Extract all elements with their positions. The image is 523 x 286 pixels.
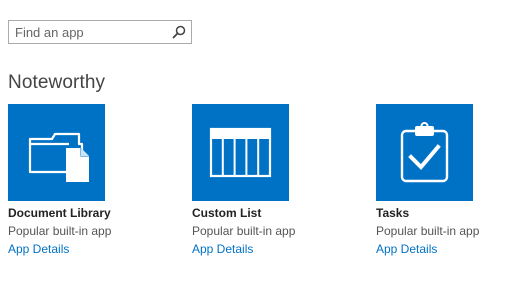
app-tile-image[interactable] <box>8 104 105 201</box>
app-name[interactable]: Document Library <box>8 206 158 220</box>
custom-list-icon <box>209 127 272 178</box>
app-name[interactable]: Tasks <box>376 206 523 220</box>
app-tile-document-library: Document Library Popular built-in app Ap… <box>8 104 158 256</box>
tasks-clipboard-icon <box>400 122 449 183</box>
app-description: Popular built-in app <box>8 224 112 238</box>
app-tile-image[interactable] <box>192 104 289 201</box>
search-icon[interactable] <box>172 25 186 39</box>
app-name[interactable]: Custom List <box>192 206 342 220</box>
app-details-link[interactable]: App Details <box>192 242 342 256</box>
document-library-icon <box>28 132 89 182</box>
app-tile-image[interactable] <box>376 104 473 201</box>
search-input[interactable] <box>9 21 169 43</box>
section-heading: Noteworthy <box>8 72 106 93</box>
app-tile-custom-list: Custom List Popular built-in app App Det… <box>192 104 342 256</box>
app-description: Popular built-in app <box>192 224 296 238</box>
search-box[interactable] <box>8 20 192 44</box>
app-tile-tasks: Tasks Popular built-in app App Details <box>376 104 523 256</box>
app-description: Popular built-in app <box>376 224 480 238</box>
app-details-link[interactable]: App Details <box>8 242 158 256</box>
app-details-link[interactable]: App Details <box>376 242 523 256</box>
